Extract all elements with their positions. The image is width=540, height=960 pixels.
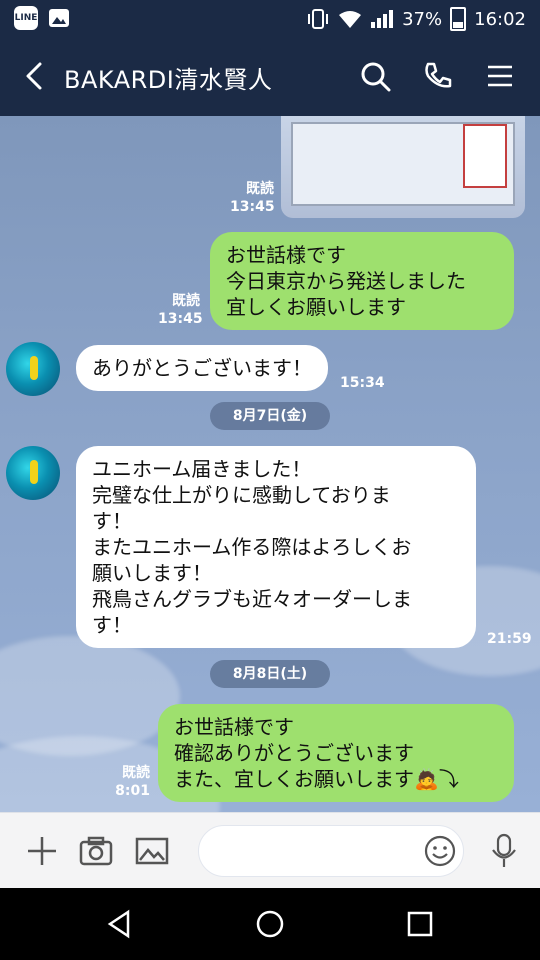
sent-message-bubble[interactable]: お世話様です 確認ありがとうございます また、宜しくお願いします🙇⤵: [158, 704, 514, 802]
read-receipt: 既読 8:01: [115, 765, 150, 799]
sent-message-bubble[interactable]: お世話様です 今日東京から発送しました 宜しくお願いします: [210, 232, 514, 330]
nav-back-icon[interactable]: [104, 908, 136, 940]
received-message-bubble[interactable]: ありがとうございます！: [76, 345, 328, 391]
camera-icon[interactable]: [78, 833, 114, 869]
stamp-image: [463, 124, 507, 188]
status-bar: LINE 37% 16:02: [0, 0, 540, 36]
image-icon[interactable]: [134, 833, 170, 869]
nav-home-icon[interactable]: [254, 908, 286, 940]
status-right: 37% 16:02: [306, 7, 526, 31]
chat-title: BAKARDI清水賢人: [64, 66, 273, 94]
chat-header: BAKARDI清水賢人: [0, 36, 540, 116]
read-receipt: 既読 13:45: [230, 181, 275, 215]
input-bar: [0, 812, 540, 889]
battery-percent: 37%: [402, 8, 443, 30]
bow-emoji: 🙇⤵: [414, 767, 459, 791]
gallery-icon: [49, 9, 69, 27]
back-arrow-icon[interactable]: [18, 58, 54, 94]
phone-icon[interactable]: [420, 58, 456, 94]
status-time: 16:02: [474, 8, 526, 30]
microphone-icon[interactable]: [490, 833, 518, 869]
message-time: 15:34: [340, 375, 385, 391]
wifi-icon: [339, 11, 362, 28]
date-separator: 8月8日(土): [210, 660, 330, 688]
chat-area[interactable]: 既読 13:45 お世話様です 今日東京から発送しました 宜しくお願いします 既…: [0, 116, 540, 812]
emoji-icon[interactable]: [424, 835, 456, 867]
nav-recent-apps-icon[interactable]: [404, 908, 436, 940]
read-receipt: 既読 13:45: [158, 293, 203, 327]
system-nav-bar: [0, 888, 540, 960]
received-message-bubble[interactable]: ユニホーム届きました！ 完璧な仕上がりに感動しておりま す！ またユニホーム作る…: [76, 446, 476, 648]
menu-icon[interactable]: [482, 58, 518, 94]
image-message[interactable]: [281, 116, 525, 218]
battery-icon: [450, 7, 467, 31]
date-separator: 8月7日(金): [210, 402, 330, 430]
vibrate-icon: [308, 9, 329, 29]
plus-icon[interactable]: [24, 833, 60, 869]
message-time: 21:59: [487, 631, 532, 647]
status-left-icons: LINE: [14, 6, 70, 30]
contact-avatar[interactable]: [6, 446, 60, 500]
search-icon[interactable]: [357, 58, 393, 94]
signal-icon: [371, 10, 394, 28]
contact-avatar[interactable]: [6, 342, 60, 396]
line-app-icon: LINE: [14, 6, 38, 30]
